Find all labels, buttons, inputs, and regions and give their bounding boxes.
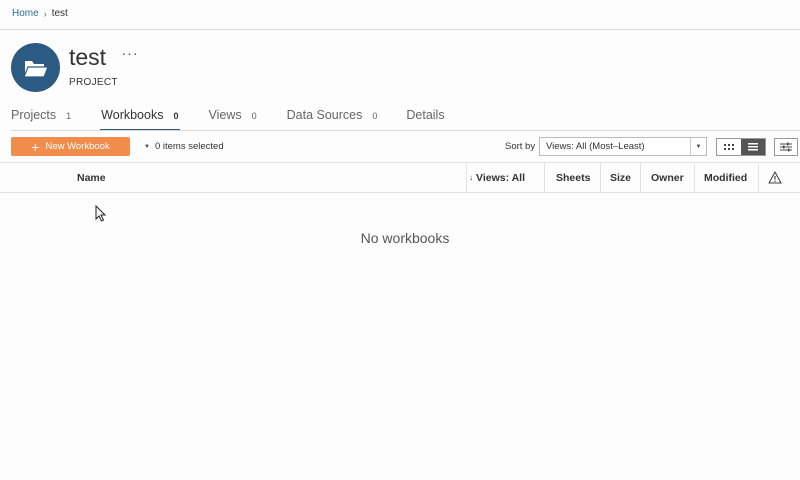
column-modified[interactable]: Modified (704, 163, 747, 192)
tab-projects[interactable]: Projects 1 (11, 108, 71, 130)
breadcrumb-separator: › (43, 8, 47, 19)
tab-bar: Projects 1 Workbooks 0 Views 0 Data Sour… (11, 108, 445, 131)
tab-label: Views (208, 108, 242, 122)
tab-workbooks[interactable]: Workbooks 0 (100, 108, 181, 131)
new-workbook-button[interactable]: + New Workbook (11, 137, 130, 156)
column-name[interactable]: Name (77, 163, 106, 192)
sort-dropdown[interactable]: Views: All (Most–Least) ▼ (539, 137, 707, 156)
tab-count: 0 (251, 111, 257, 121)
list-icon (748, 143, 758, 151)
column-divider (694, 163, 695, 192)
column-views[interactable]: ↓ Views: All (469, 163, 525, 192)
warning-icon (768, 171, 782, 184)
breadcrumb-current: test (51, 8, 68, 19)
sort-descending-icon: ↓ (469, 173, 473, 182)
page-title: test (69, 44, 107, 70)
grid-view-button[interactable] (717, 139, 741, 155)
tab-views[interactable]: Views 0 (208, 108, 256, 130)
caret-down-icon: ▼ (144, 143, 150, 150)
empty-state-message: No workbooks (360, 230, 450, 246)
column-divider (544, 163, 545, 192)
view-mode-toggle (716, 138, 766, 156)
project-type-label: PROJECT (69, 77, 118, 88)
project-avatar (11, 43, 60, 92)
selection-menu[interactable]: ▼ 0 items selected (144, 141, 224, 152)
column-sheets[interactable]: Sheets (556, 163, 590, 192)
column-alerts[interactable] (768, 163, 782, 192)
column-views-label: Views: All (476, 171, 526, 184)
column-divider (466, 163, 467, 192)
more-actions-button[interactable]: ··· (121, 46, 139, 62)
grid-icon (724, 143, 734, 150)
header-divider (0, 29, 800, 30)
column-size[interactable]: Size (610, 163, 631, 192)
table-header: Name ↓ Views: All Sheets Size Owner Modi… (0, 162, 800, 193)
tabs-divider (11, 130, 800, 131)
tab-count: 1 (66, 111, 72, 121)
new-workbook-label: New Workbook (45, 141, 110, 152)
plus-icon: + (31, 138, 40, 155)
sort-value: Views: All (Most–Least) (546, 141, 645, 152)
tab-label: Details (406, 108, 445, 122)
tab-count: 0 (372, 111, 378, 121)
tab-label: Workbooks (101, 108, 164, 122)
tab-label: Projects (11, 108, 57, 122)
selection-count: 0 items selected (154, 141, 224, 152)
tab-data-sources[interactable]: Data Sources 0 (287, 108, 378, 130)
column-divider (600, 163, 601, 192)
tab-details[interactable]: Details (406, 108, 444, 130)
sort-label: Sort by (505, 141, 536, 152)
folder-icon (22, 60, 49, 78)
sliders-icon (780, 142, 792, 152)
chevron-down-icon: ▼ (690, 138, 706, 155)
list-view-button[interactable] (741, 139, 765, 155)
tab-count: 0 (173, 111, 179, 121)
breadcrumb-home-link[interactable]: Home (12, 8, 39, 19)
column-divider (758, 163, 759, 192)
breadcrumb: Home › test (12, 8, 68, 19)
mouse-pointer-icon (95, 205, 107, 222)
tab-label: Data Sources (286, 108, 363, 122)
filter-settings-button[interactable] (774, 138, 798, 156)
column-owner[interactable]: Owner (651, 163, 684, 192)
column-divider (640, 163, 641, 192)
